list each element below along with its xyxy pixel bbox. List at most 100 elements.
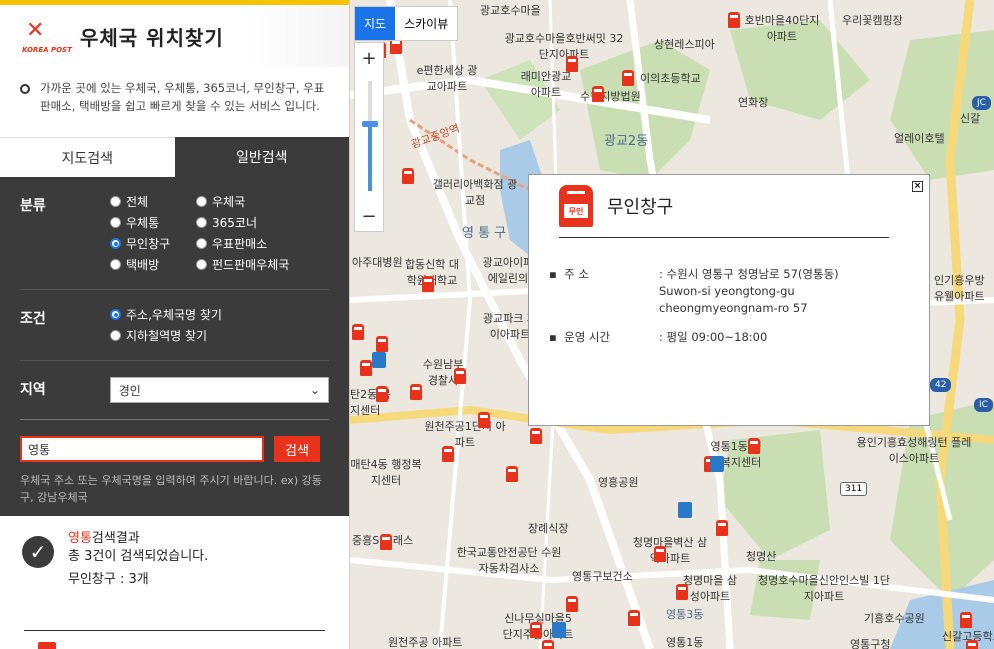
address-label: ▪ 주 소: [549, 267, 589, 281]
map-label: 원천주공 아파트: [388, 636, 463, 649]
radio-circle[interactable]: [110, 217, 121, 228]
radio-label: 지하철역명 찾기: [126, 329, 208, 343]
search-result: ✓ 영통검색결과 총 3건이 검색되었습니다. 무인창구 : 3개: [0, 516, 349, 603]
tab-general-search[interactable]: 일반검색: [174, 137, 349, 177]
radio-circle[interactable]: [196, 259, 207, 270]
post-marker[interactable]: [422, 276, 434, 292]
chevron-down-icon: ⌄: [309, 383, 320, 397]
mailbox-marker[interactable]: [710, 456, 724, 472]
map-label: 청명산: [746, 550, 777, 563]
korea-post-logo[interactable]: ✕ KOREA POST: [22, 18, 72, 55]
post-marker[interactable]: [402, 168, 414, 184]
post-marker[interactable]: [410, 384, 422, 400]
post-marker[interactable]: [716, 520, 728, 536]
post-marker[interactable]: [966, 640, 978, 649]
address-value: : 수원시 영통구 청명남로 57(영통동) Suwon-si yeongton…: [659, 266, 909, 317]
map-type-skyview[interactable]: 스카이뷰: [395, 7, 457, 40]
map-type-toggle: 지도 스카이뷰: [354, 6, 459, 41]
search-input[interactable]: 영통: [20, 436, 264, 462]
radio-label: 365코너: [212, 216, 257, 230]
post-marker[interactable]: [960, 612, 972, 628]
result-suffix: 검색결과: [91, 531, 140, 546]
mailbox-marker[interactable]: [372, 352, 386, 368]
post-marker[interactable]: [530, 428, 542, 444]
check-icon: ✓: [22, 536, 54, 568]
radio-subway-search[interactable]: 지하철역명 찾기: [110, 327, 310, 344]
post-marker[interactable]: [592, 86, 604, 102]
radio-circle[interactable]: [196, 196, 207, 207]
radio-all[interactable]: 전체: [110, 193, 196, 210]
post-marker[interactable]: [506, 466, 518, 482]
result-count: 무인창구 : 3개: [68, 572, 149, 587]
post-marker[interactable]: [542, 640, 554, 649]
info-window-header: 무인 무인창구: [559, 185, 889, 238]
mailbox-marker[interactable]: [678, 502, 692, 518]
post-marker[interactable]: [360, 360, 372, 376]
post-marker[interactable]: [728, 12, 740, 28]
tab-map-search[interactable]: 지도검색: [0, 137, 175, 177]
radio-circle[interactable]: [110, 196, 121, 207]
radio-circle[interactable]: [110, 330, 121, 341]
unmanned-counter-icon: 무인: [559, 185, 593, 227]
intro-section: 가까운 곳에 있는 우체국, 우체통, 365코너, 무인창구, 우표판매소, …: [0, 67, 349, 137]
radio-post-office[interactable]: 우체국: [196, 193, 326, 210]
post-swallow-icon: ✕: [26, 18, 45, 43]
radio-circle[interactable]: [196, 217, 207, 228]
radio-circle[interactable]: [196, 238, 207, 249]
hours-row: ▪ 운영 시간 : 평일 09:00~18:00: [549, 329, 909, 346]
radio-parcel-room[interactable]: 택배방: [110, 256, 196, 273]
map-label: 호반마을40단지 아파트: [744, 14, 820, 43]
brand-header: ✕ KOREA POST 우체국 위치찾기: [0, 5, 349, 67]
radio-label: 우표판매소: [212, 237, 268, 251]
zoom-slider-handle[interactable]: [362, 121, 378, 127]
post-marker[interactable]: [622, 70, 634, 86]
map-label: 원천주공1단지 아파트: [424, 420, 506, 449]
post-marker[interactable]: [628, 610, 640, 626]
radio-circle-selected[interactable]: [110, 238, 121, 249]
post-marker[interactable]: [442, 446, 454, 462]
post-marker[interactable]: [380, 534, 392, 550]
post-marker[interactable]: [478, 412, 490, 428]
map-type-map[interactable]: 지도: [355, 7, 396, 40]
zoom-out-button[interactable]: −: [355, 201, 383, 231]
post-marker[interactable]: [454, 368, 466, 384]
radio-circle[interactable]: [110, 259, 121, 270]
map-label: 영 통 구: [462, 226, 507, 241]
address-line: : 수원시 영통구 청명남로 57(영통동): [659, 267, 839, 281]
post-marker[interactable]: [376, 336, 388, 352]
map-label: 장례식장: [528, 522, 569, 535]
post-marker[interactable]: [376, 386, 388, 402]
radio-365-corner[interactable]: 365코너: [196, 214, 326, 231]
radio-mailbox[interactable]: 우체통: [110, 214, 196, 231]
post-marker[interactable]: [654, 546, 666, 562]
result-item-icon[interactable]: [38, 642, 56, 649]
radio-unmanned-counter[interactable]: 무인창구: [110, 235, 196, 252]
radio-label: 전체: [126, 195, 149, 209]
radio-stamp-seller[interactable]: 우표판매소: [196, 235, 326, 252]
sidebar: ✕ KOREA POST 우체국 위치찾기 가까운 곳에 있는 우체국, 우체통…: [0, 0, 350, 649]
radio-address-search[interactable]: 주소,우체국명 찾기: [110, 306, 310, 323]
post-marker[interactable]: [748, 438, 760, 454]
radio-label: 택배방: [126, 258, 160, 272]
post-marker[interactable]: [676, 584, 688, 600]
map-view[interactable]: 지도 스카이뷰 + − 광교호수마을 호반마을40단지 아파트 우리꽃캠핑장 광…: [350, 0, 994, 649]
map-label: 청명마을벽산 삼익아파트: [632, 536, 708, 565]
close-icon[interactable]: ×: [912, 181, 923, 192]
search-button[interactable]: 검색: [274, 436, 320, 462]
map-label: 청명마을 삼성아파트: [682, 574, 738, 603]
result-keyword: 영통: [68, 531, 92, 546]
region-select[interactable]: 경인 ⌄: [109, 377, 329, 403]
info-window-body: ▪ 주 소 : 수원시 영통구 청명남로 57(영통동) Suwon-si ye…: [549, 266, 909, 346]
address-row: ▪ 주 소 : 수원시 영통구 청명남로 57(영통동) Suwon-si ye…: [549, 266, 909, 317]
radio-circle-selected[interactable]: [110, 309, 121, 320]
radio-fund-post-office[interactable]: 펀드판매우체국: [196, 256, 326, 273]
post-marker[interactable]: [530, 622, 542, 638]
post-marker[interactable]: [566, 596, 578, 612]
post-marker[interactable]: [566, 56, 578, 72]
map-label: 신갈: [960, 112, 981, 125]
map-label: 얼레이호텔: [894, 132, 945, 145]
map-label: 광교호수마을호반써밋 32단지아파트: [504, 32, 624, 61]
mailbox-marker[interactable]: [552, 622, 566, 638]
post-marker[interactable]: [352, 324, 364, 340]
zoom-in-button[interactable]: +: [355, 43, 383, 73]
